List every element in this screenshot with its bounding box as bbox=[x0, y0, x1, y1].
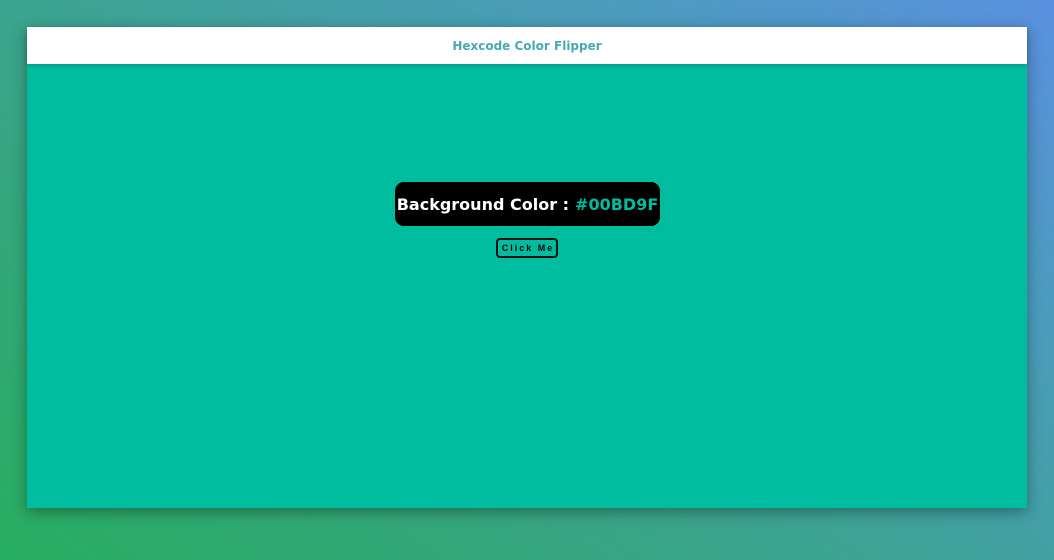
navbar-title: Hexcode Color Flipper bbox=[452, 38, 602, 53]
color-value: #00BD9F bbox=[575, 194, 659, 214]
color-display-box: Background Color : #00BD9F bbox=[395, 182, 660, 226]
navbar: Hexcode Color Flipper bbox=[27, 27, 1027, 64]
app-window: Hexcode Color Flipper Background Color :… bbox=[27, 27, 1027, 508]
main-content: Background Color : #00BD9F Click Me bbox=[27, 64, 1027, 508]
color-label: Background Color : bbox=[396, 194, 570, 214]
click-me-button[interactable]: Click Me bbox=[496, 238, 558, 258]
